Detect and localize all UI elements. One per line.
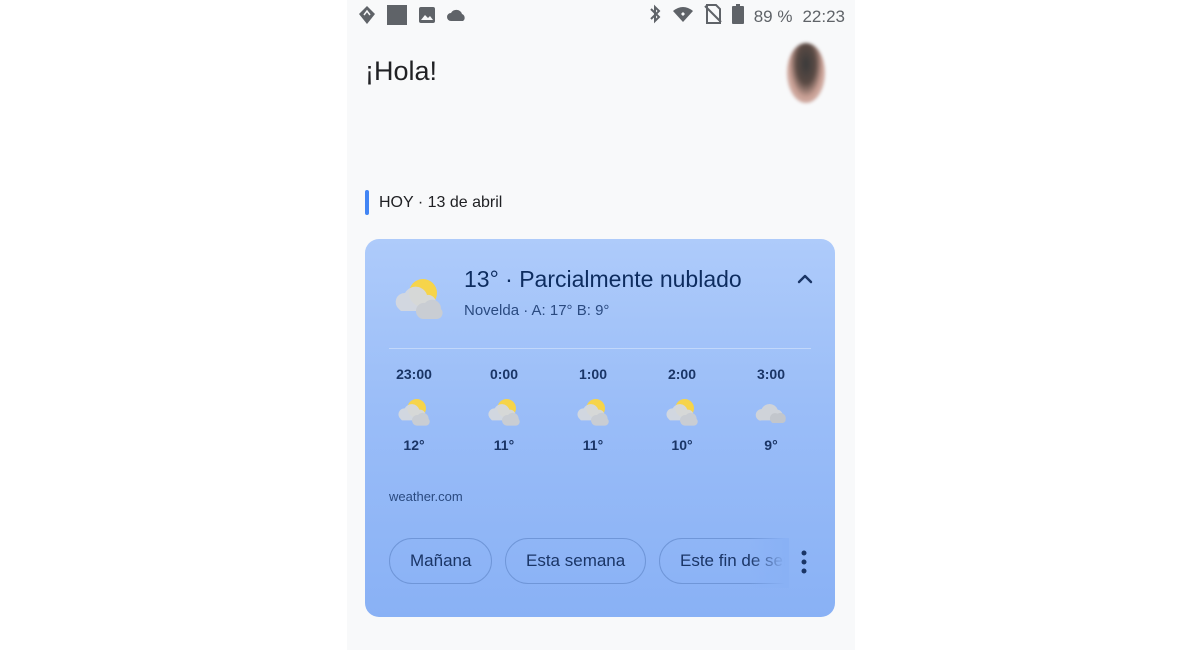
hourly-item: 23:00 12°	[379, 366, 449, 453]
chip-esta-semana[interactable]: Esta semana	[505, 538, 647, 584]
partly-cloudy-icon	[484, 395, 524, 427]
hour-time: 2:00	[667, 366, 697, 382]
chip-manana[interactable]: Mañana	[389, 538, 493, 584]
hourly-item: 1:00 11°	[558, 366, 628, 453]
partly-cloudy-icon	[394, 395, 434, 427]
status-bar-notifications	[358, 4, 468, 31]
cloudy-icon	[751, 395, 791, 427]
more-options-icon[interactable]	[791, 548, 817, 576]
weather-card[interactable]: 13° · Parcialmente nublado Novelda · A: …	[365, 239, 835, 617]
hour-temperature: 11°	[582, 437, 604, 453]
partly-cloudy-icon	[662, 395, 702, 427]
greeting-title: ¡Hola!	[365, 56, 438, 86]
hourly-item: 2:00 10°	[647, 366, 717, 453]
chips-fade-overlay	[749, 538, 789, 588]
bluetooth-icon	[648, 4, 662, 29]
status-bar-system: 89 % 22:23	[648, 4, 845, 29]
hour-time: 1:00	[578, 366, 608, 382]
phone-screen: 89 % 22:23 ¡Hola! HOY · 13 de abril 13° …	[347, 0, 855, 650]
square-app-icon	[386, 4, 408, 31]
hour-time: 0:00	[489, 366, 519, 382]
hour-temperature: 9°	[764, 437, 778, 453]
weather-source-link[interactable]: weather.com	[389, 489, 463, 504]
hour-time: 23:00	[396, 366, 432, 382]
weather-title: 13° · Parcialmente nublado	[464, 266, 742, 292]
battery-icon	[731, 4, 744, 29]
collapse-chevron-up-icon[interactable]	[793, 267, 817, 291]
partly-cloudy-icon	[573, 395, 613, 427]
card-divider	[389, 348, 811, 349]
wifi-icon	[672, 5, 694, 28]
weather-subtitle: Novelda · A: 17° B: 9°	[464, 302, 610, 319]
section-accent-bar	[365, 190, 369, 215]
section-header: HOY · 13 de abril	[365, 190, 502, 215]
image-icon	[418, 6, 436, 29]
partly-cloudy-icon	[389, 273, 449, 326]
status-bar: 89 % 22:23	[347, 0, 855, 34]
battery-percentage: 89 %	[753, 6, 793, 26]
hourly-item: 0:00 11°	[469, 366, 539, 453]
no-sim-icon	[703, 4, 722, 29]
hour-temperature: 10°	[671, 437, 693, 453]
date-label: HOY · 13 de abril	[379, 193, 503, 211]
clock: 22:23	[802, 6, 845, 26]
navigation-icon	[358, 5, 376, 30]
suggestion-chips: Mañana Esta semana Este fin de semana	[389, 538, 789, 588]
hourly-item: 3:00 9°	[736, 366, 806, 453]
cloud-icon	[446, 7, 468, 28]
hour-temperature: 12°	[403, 437, 425, 453]
hour-temperature: 11°	[493, 437, 515, 453]
avatar[interactable]	[787, 43, 825, 103]
hour-time: 3:00	[756, 366, 786, 382]
